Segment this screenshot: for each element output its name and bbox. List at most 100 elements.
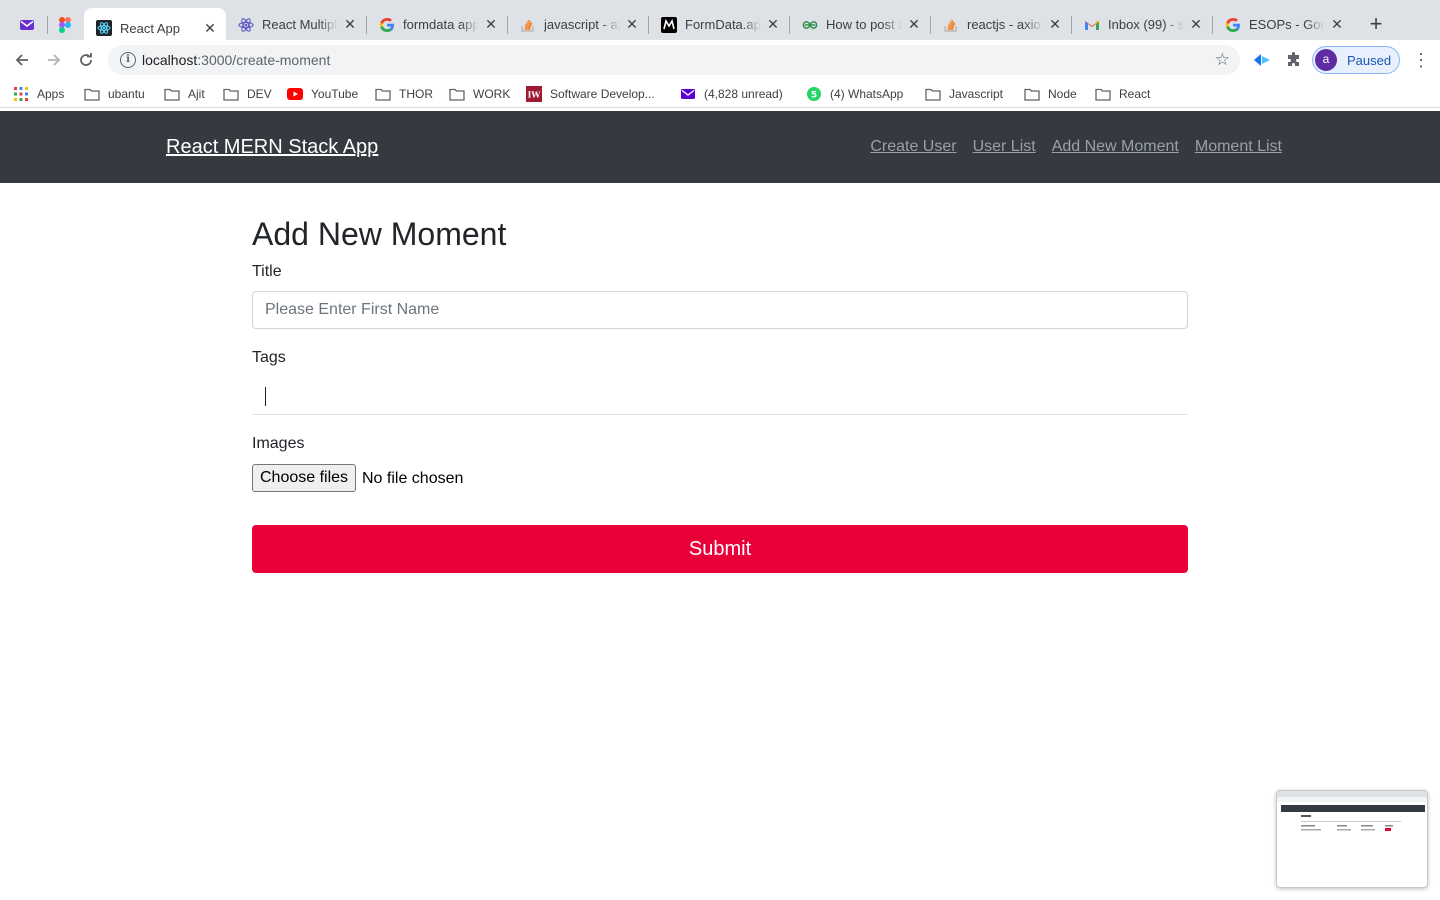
- bookmark-label: Node: [1048, 87, 1077, 101]
- text-caret: [265, 387, 266, 406]
- profile-status: Paused: [1347, 52, 1392, 68]
- close-icon[interactable]: ✕: [624, 16, 640, 33]
- bookmark-software-develop[interactable]: IW Software Develop...: [526, 85, 655, 103]
- bookmark-label: React: [1119, 87, 1151, 101]
- bookmark-star-icon[interactable]: ☆: [1215, 50, 1230, 70]
- back-icon[interactable]: [12, 50, 32, 70]
- nav-add-new-moment[interactable]: Add New Moment: [1052, 138, 1179, 156]
- tab-label: React App: [120, 20, 180, 36]
- forward-icon[interactable]: [44, 50, 64, 70]
- close-icon[interactable]: ✕: [1188, 16, 1204, 33]
- reload-icon[interactable]: [76, 50, 96, 70]
- nav-user-list[interactable]: User List: [973, 138, 1036, 156]
- tab-formdata-append[interactable]: formdata append ✕: [367, 8, 507, 41]
- bookmark-label: DEV: [247, 87, 272, 101]
- tab-label: How to post a file: [826, 17, 902, 32]
- file-status-text: No file chosen: [362, 470, 464, 487]
- bookmark-label: Ajit: [188, 87, 205, 101]
- tab-javascript-append[interactable]: javascript - append ✕: [508, 8, 648, 41]
- bookmark-react[interactable]: React: [1095, 85, 1150, 103]
- tab-inbox[interactable]: Inbox (99) - saini ✕: [1072, 8, 1212, 41]
- tab-preview-thumbnail: [1276, 790, 1428, 888]
- folder-icon: [375, 86, 391, 102]
- tab-how-to-post[interactable]: How to post a file ✕: [790, 8, 930, 41]
- tab-label: FormData.append(): [685, 17, 761, 32]
- bookmark-label: Apps: [37, 87, 65, 101]
- bookmark-apps[interactable]: Apps: [13, 85, 64, 103]
- youtube-icon: [287, 86, 303, 102]
- tags-label: Tags: [252, 349, 286, 366]
- tab-label: Inbox (99) - saini: [1108, 17, 1184, 32]
- tags-input[interactable]: [252, 377, 1188, 415]
- submit-button[interactable]: Submit: [252, 525, 1188, 573]
- tab-label: ESOPs - Google: [1249, 17, 1325, 32]
- bookmark-work[interactable]: WORK: [449, 85, 510, 103]
- close-icon[interactable]: ✕: [1329, 16, 1345, 33]
- bookmark-label: THOR: [399, 87, 433, 101]
- geeks-icon: [802, 17, 818, 33]
- bookmark-ajit[interactable]: Ajit: [164, 85, 205, 103]
- site-info-icon[interactable]: i: [120, 52, 136, 68]
- profile-button[interactable]: a Paused: [1312, 46, 1400, 74]
- address-bar[interactable]: i localhost:3000/create-moment ☆: [108, 45, 1240, 75]
- bookmarks-bar: Apps ubantu Ajit DEV YouTube THOR WORK I…: [0, 80, 1440, 108]
- folder-icon: [223, 86, 239, 102]
- menu-icon[interactable]: ⋮: [1412, 50, 1430, 70]
- close-icon[interactable]: ✕: [1047, 16, 1063, 33]
- folder-icon: [1024, 86, 1040, 102]
- nav-create-user[interactable]: Create User: [870, 138, 956, 156]
- tab-label: reactjs - axios: [967, 17, 1043, 32]
- brand-link[interactable]: React MERN Stack App: [166, 136, 378, 159]
- tab-reactjs-axios[interactable]: reactjs - axios ✕: [931, 8, 1071, 41]
- stackoverflow-icon: [943, 17, 959, 33]
- gmail-icon: [1084, 17, 1100, 33]
- bookmark-label: YouTube: [311, 87, 359, 101]
- tab-figma[interactable]: [48, 8, 82, 41]
- tab-esops[interactable]: ESOPs - Google ✕: [1213, 8, 1353, 41]
- bookmark-node[interactable]: Node: [1024, 85, 1077, 103]
- react-icon: [238, 17, 254, 33]
- tab-formdata-mdn[interactable]: FormData.append() ✕: [649, 8, 789, 41]
- folder-icon: [1095, 86, 1111, 102]
- react-icon: [96, 20, 112, 36]
- folder-icon: [925, 86, 941, 102]
- bookmark-javascript[interactable]: Javascript: [925, 85, 1003, 103]
- bookmark-whatsapp[interactable]: 5 (4) WhatsApp: [806, 85, 903, 103]
- extension-icon[interactable]: [1252, 50, 1272, 70]
- svg-text:5: 5: [811, 91, 817, 101]
- choose-files-button[interactable]: Choose files: [252, 464, 357, 492]
- puzzle-icon[interactable]: [1284, 50, 1304, 70]
- close-icon[interactable]: ✕: [202, 20, 218, 36]
- bookmark-label: WORK: [473, 87, 511, 101]
- tab-label: formdata append: [403, 17, 479, 32]
- nav-moment-list[interactable]: Moment List: [1195, 138, 1282, 156]
- tab-label: javascript - append: [544, 17, 620, 32]
- tab-react-multiple[interactable]: React Multiple Files ✕: [226, 8, 366, 41]
- google-icon: [1225, 17, 1241, 33]
- folder-icon: [164, 86, 180, 102]
- tab-mail[interactable]: [8, 8, 46, 41]
- bookmark-dev[interactable]: DEV: [223, 85, 272, 103]
- bookmark-yahoo-mail[interactable]: (4,828 unread): [680, 85, 783, 103]
- close-icon[interactable]: ✕: [906, 16, 922, 33]
- new-tab-button[interactable]: +: [1366, 13, 1386, 35]
- bookmark-ubantu[interactable]: ubantu: [84, 85, 145, 103]
- bookmark-youtube[interactable]: YouTube: [287, 85, 358, 103]
- apps-grid-icon: [13, 86, 29, 102]
- bookmark-thor[interactable]: THOR: [375, 85, 433, 103]
- close-icon[interactable]: ✕: [483, 16, 499, 33]
- page-title: Add New Moment: [252, 216, 507, 252]
- title-input[interactable]: [252, 291, 1188, 329]
- bookmark-label: ubantu: [108, 87, 145, 101]
- close-icon[interactable]: ✕: [342, 16, 358, 33]
- bookmark-label: (4) WhatsApp: [830, 87, 904, 101]
- iw-icon: IW: [526, 86, 542, 102]
- app-navbar: React MERN Stack App Create User User Li…: [0, 111, 1440, 183]
- google-icon: [379, 17, 395, 33]
- tab-label: React Multiple Files: [262, 17, 338, 32]
- bookmark-label: Software Develop...: [550, 87, 655, 101]
- mdn-icon: [661, 16, 677, 33]
- folder-icon: [449, 86, 465, 102]
- close-icon[interactable]: ✕: [765, 16, 781, 33]
- nav-links: Create User User List Add New Moment Mom…: [854, 138, 1282, 156]
